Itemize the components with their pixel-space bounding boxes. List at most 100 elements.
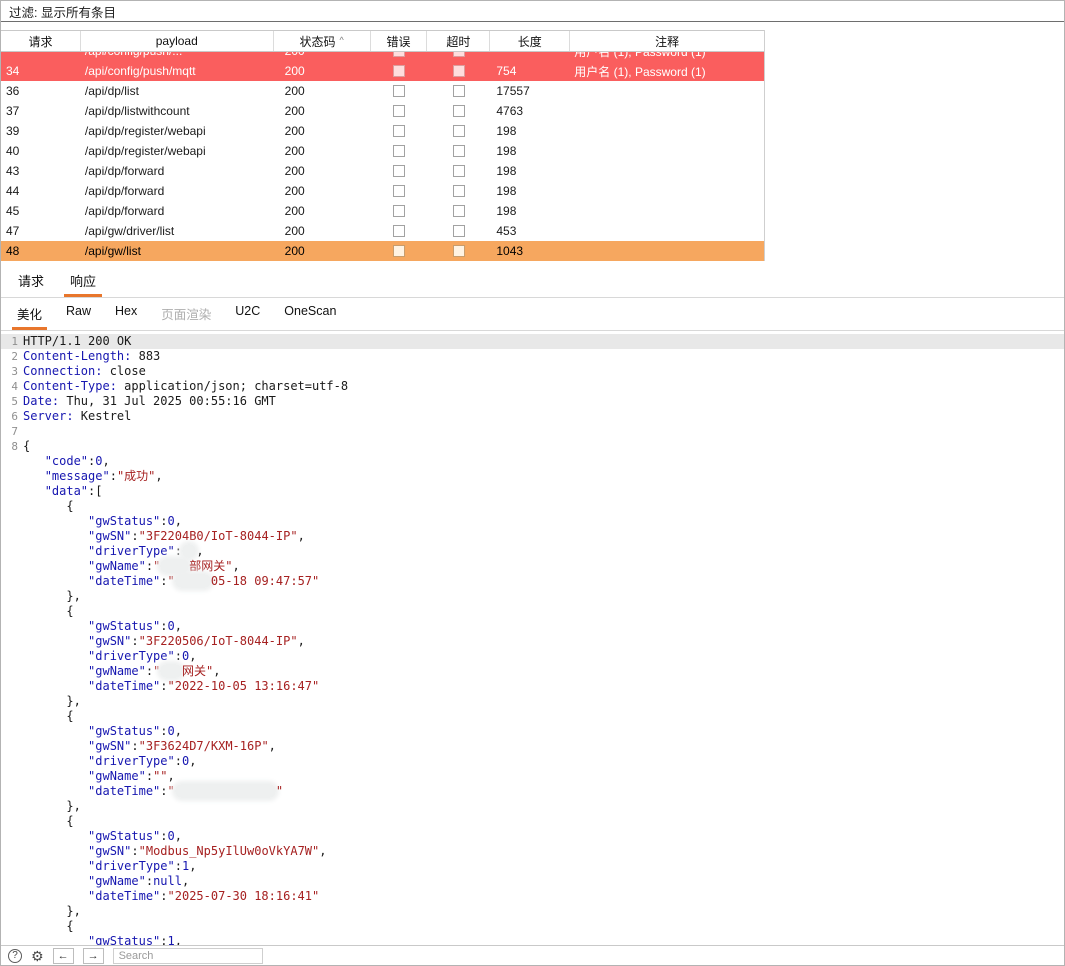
code-text: }, <box>23 589 81 604</box>
line-number <box>1 664 23 679</box>
code-text: { <box>23 439 30 454</box>
line-number <box>1 544 23 559</box>
http-history-window: 过滤: 显示所有条目 请求 payload 状态码 ^ 错误 超时 长度 注释 … <box>0 0 1065 966</box>
line-number <box>1 844 23 859</box>
code-text: Content-Length: 883 <box>23 349 160 364</box>
cell-request-id: 39 <box>1 121 81 141</box>
cell-status-code: 200 <box>274 141 371 161</box>
cell-request-id <box>1 52 81 61</box>
column-header-error[interactable]: 错误 <box>371 31 428 51</box>
error-checkbox[interactable] <box>393 245 405 257</box>
table-row[interactable]: 47/api/gw/driver/list200453 <box>1 221 764 241</box>
column-header-comment[interactable]: 注释 <box>570 31 764 51</box>
search-prev-button[interactable]: ← <box>53 948 74 964</box>
timeout-checkbox[interactable] <box>453 105 465 117</box>
error-checkbox[interactable] <box>393 225 405 237</box>
cell-status-code: 200 <box>274 201 371 221</box>
column-header-length[interactable]: 长度 <box>490 31 570 51</box>
code-text: "driverType": , <box>23 544 204 559</box>
code-text: "gwStatus":0, <box>23 724 182 739</box>
code-line: 5Date: Thu, 31 Jul 2025 00:55:16 GMT <box>1 394 1064 409</box>
cell-payload: /api/gw/driver/list <box>81 221 274 241</box>
table-row[interactable]: 37/api/dp/listwithcount2004763 <box>1 101 764 121</box>
checkbox-cell <box>427 241 490 261</box>
code-line: 4Content-Type: application/json; charset… <box>1 379 1064 394</box>
checkbox-cell <box>427 221 490 241</box>
code-text: Connection: close <box>23 364 146 379</box>
code-text: "dateTime":" 05-18 09:47:57" <box>23 574 319 589</box>
code-text: "gwName":"", <box>23 769 175 784</box>
table-row[interactable]: 43/api/dp/forward200198 <box>1 161 764 181</box>
tab-response[interactable]: 响应 <box>57 265 109 297</box>
tab-pretty[interactable]: 美化 <box>5 298 54 330</box>
code-line: "dateTime":" " <box>1 784 1064 799</box>
settings-gear-icon[interactable]: ⚙ <box>31 949 44 963</box>
line-number <box>1 589 23 604</box>
error-checkbox[interactable] <box>393 165 405 177</box>
tab-onescan[interactable]: OneScan <box>272 298 348 330</box>
error-checkbox[interactable] <box>393 185 405 197</box>
line-number <box>1 514 23 529</box>
search-next-button[interactable]: → <box>83 948 104 964</box>
line-number <box>1 499 23 514</box>
timeout-checkbox[interactable] <box>453 52 465 57</box>
code-text: }, <box>23 799 81 814</box>
table-row[interactable]: 44/api/dp/forward200198 <box>1 181 764 201</box>
table-row[interactable]: 40/api/dp/register/webapi200198 <box>1 141 764 161</box>
timeout-checkbox[interactable] <box>453 245 465 257</box>
column-header-timeout[interactable]: 超时 <box>427 31 490 51</box>
error-checkbox[interactable] <box>393 125 405 137</box>
tab-hex[interactable]: Hex <box>103 298 149 330</box>
table-row[interactable]: 39/api/dp/register/webapi200198 <box>1 121 764 141</box>
help-icon[interactable]: ? <box>8 949 22 963</box>
code-line: 6Server: Kestrel <box>1 409 1064 424</box>
timeout-checkbox[interactable] <box>453 65 465 77</box>
error-checkbox[interactable] <box>393 205 405 217</box>
timeout-checkbox[interactable] <box>453 205 465 217</box>
error-checkbox[interactable] <box>393 85 405 97</box>
tab-raw[interactable]: Raw <box>54 298 103 330</box>
error-checkbox[interactable] <box>393 105 405 117</box>
timeout-checkbox[interactable] <box>453 85 465 97</box>
checkbox-cell <box>371 52 428 61</box>
timeout-checkbox[interactable] <box>453 125 465 137</box>
line-number <box>1 859 23 874</box>
history-table: 请求 payload 状态码 ^ 错误 超时 长度 注释 /api/config… <box>1 30 765 261</box>
code-text: Server: Kestrel <box>23 409 131 424</box>
column-header-payload[interactable]: payload <box>81 31 274 51</box>
line-number: 4 <box>1 379 23 394</box>
cell-length: 198 <box>490 141 570 161</box>
line-number <box>1 814 23 829</box>
line-number <box>1 649 23 664</box>
table-row[interactable]: 34/api/config/push/mqtt200754用户名 (1), Pa… <box>1 61 764 81</box>
cell-comment <box>570 81 764 101</box>
error-checkbox[interactable] <box>393 52 405 57</box>
tab-u2c[interactable]: U2C <box>223 298 272 330</box>
search-input[interactable] <box>113 948 263 964</box>
cell-comment <box>570 181 764 201</box>
table-row[interactable]: 36/api/dp/list20017557 <box>1 81 764 101</box>
timeout-checkbox[interactable] <box>453 185 465 197</box>
tab-request[interactable]: 请求 <box>5 265 57 297</box>
line-number <box>1 634 23 649</box>
redacted-blur <box>182 544 196 558</box>
view-tabs: 美化RawHex页面渲染U2COneScan <box>1 298 1064 331</box>
response-editor[interactable]: 1HTTP/1.1 200 OK2Content-Length: 8833Con… <box>1 331 1064 945</box>
error-checkbox[interactable] <box>393 145 405 157</box>
code-text: "code":0, <box>23 454 110 469</box>
filter-bar[interactable]: 过滤: 显示所有条目 <box>1 1 1064 22</box>
cell-length: 198 <box>490 181 570 201</box>
error-checkbox[interactable] <box>393 65 405 77</box>
column-header-status[interactable]: 状态码 ^ <box>274 31 371 51</box>
table-row[interactable]: 45/api/dp/forward200198 <box>1 201 764 221</box>
checkbox-cell <box>427 121 490 141</box>
column-header-request[interactable]: 请求 <box>1 31 81 51</box>
timeout-checkbox[interactable] <box>453 225 465 237</box>
table-row[interactable]: /api/config/push/...200用户名 (1), Password… <box>1 52 764 61</box>
timeout-checkbox[interactable] <box>453 165 465 177</box>
cell-length: 453 <box>490 221 570 241</box>
code-line: "driverType":0, <box>1 754 1064 769</box>
table-row[interactable]: 48/api/gw/list2001043 <box>1 241 764 261</box>
timeout-checkbox[interactable] <box>453 145 465 157</box>
line-number <box>1 529 23 544</box>
